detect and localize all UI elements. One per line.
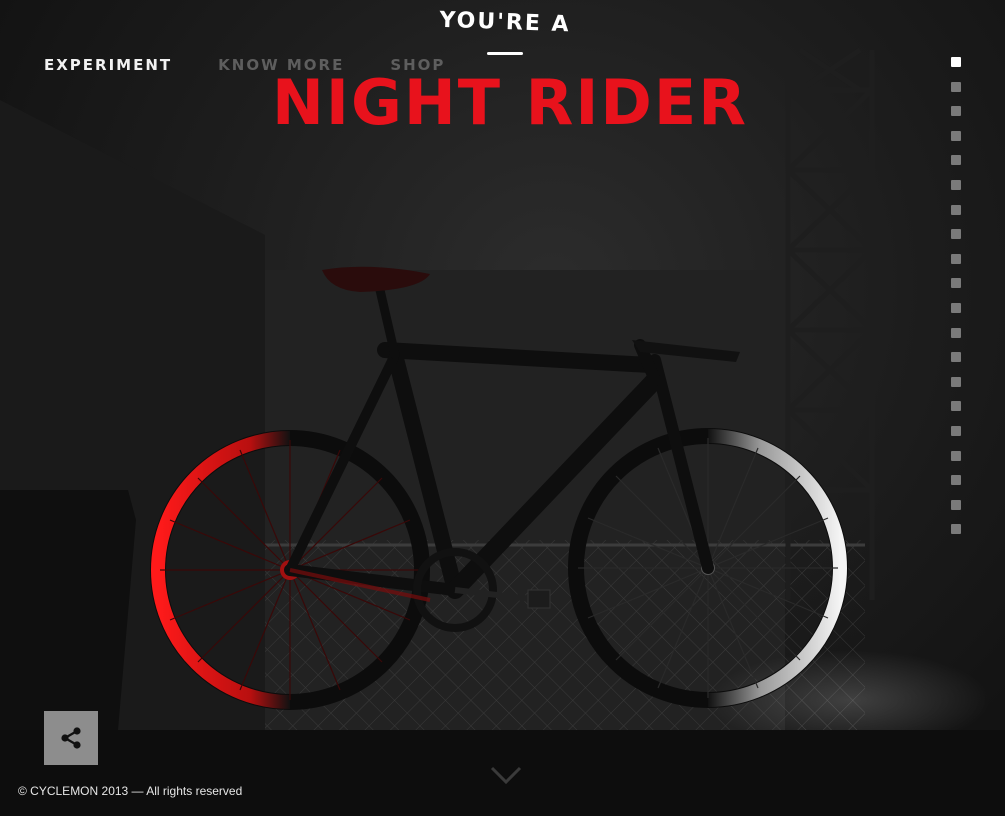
pager-dot[interactable] bbox=[951, 450, 961, 461]
pager-dot[interactable] bbox=[951, 204, 961, 215]
mustache-mark bbox=[487, 52, 523, 55]
pager-dot[interactable] bbox=[951, 302, 961, 313]
scroll-down-button[interactable] bbox=[488, 762, 524, 786]
nav-know-more[interactable]: KNOW MORE bbox=[218, 56, 344, 74]
pager-dot[interactable] bbox=[951, 155, 961, 166]
chevron-down-icon bbox=[490, 766, 522, 785]
nav-shop[interactable]: SHOP bbox=[390, 56, 445, 74]
pager-dot[interactable] bbox=[951, 499, 961, 510]
pager-dot[interactable] bbox=[951, 278, 961, 289]
share-icon bbox=[61, 727, 81, 749]
main-nav: EXPERIMENT KNOW MORE SHOP bbox=[44, 56, 445, 74]
pager-dot[interactable] bbox=[951, 524, 961, 535]
pager-dot[interactable] bbox=[951, 106, 961, 117]
section-pager bbox=[951, 57, 961, 535]
hero-headline: NIGHT RIDER bbox=[272, 66, 748, 139]
share-button[interactable] bbox=[44, 711, 98, 765]
pager-dot[interactable] bbox=[951, 425, 961, 436]
pager-dot[interactable] bbox=[951, 475, 961, 486]
pager-dot[interactable] bbox=[951, 376, 961, 387]
pager-dot[interactable] bbox=[951, 401, 961, 412]
pager-dot[interactable] bbox=[951, 179, 961, 190]
pager-dot[interactable] bbox=[951, 229, 961, 240]
pager-dot[interactable] bbox=[951, 81, 961, 92]
pager-dot[interactable] bbox=[951, 130, 961, 141]
pager-dot[interactable] bbox=[951, 352, 961, 363]
pager-dot[interactable] bbox=[951, 253, 961, 264]
pager-dot[interactable] bbox=[951, 327, 961, 338]
pager-dot[interactable] bbox=[951, 57, 961, 67]
copyright-text: © CYCLEMON 2013 — All rights reserved bbox=[18, 784, 243, 798]
nav-experiment[interactable]: EXPERIMENT bbox=[44, 56, 172, 74]
